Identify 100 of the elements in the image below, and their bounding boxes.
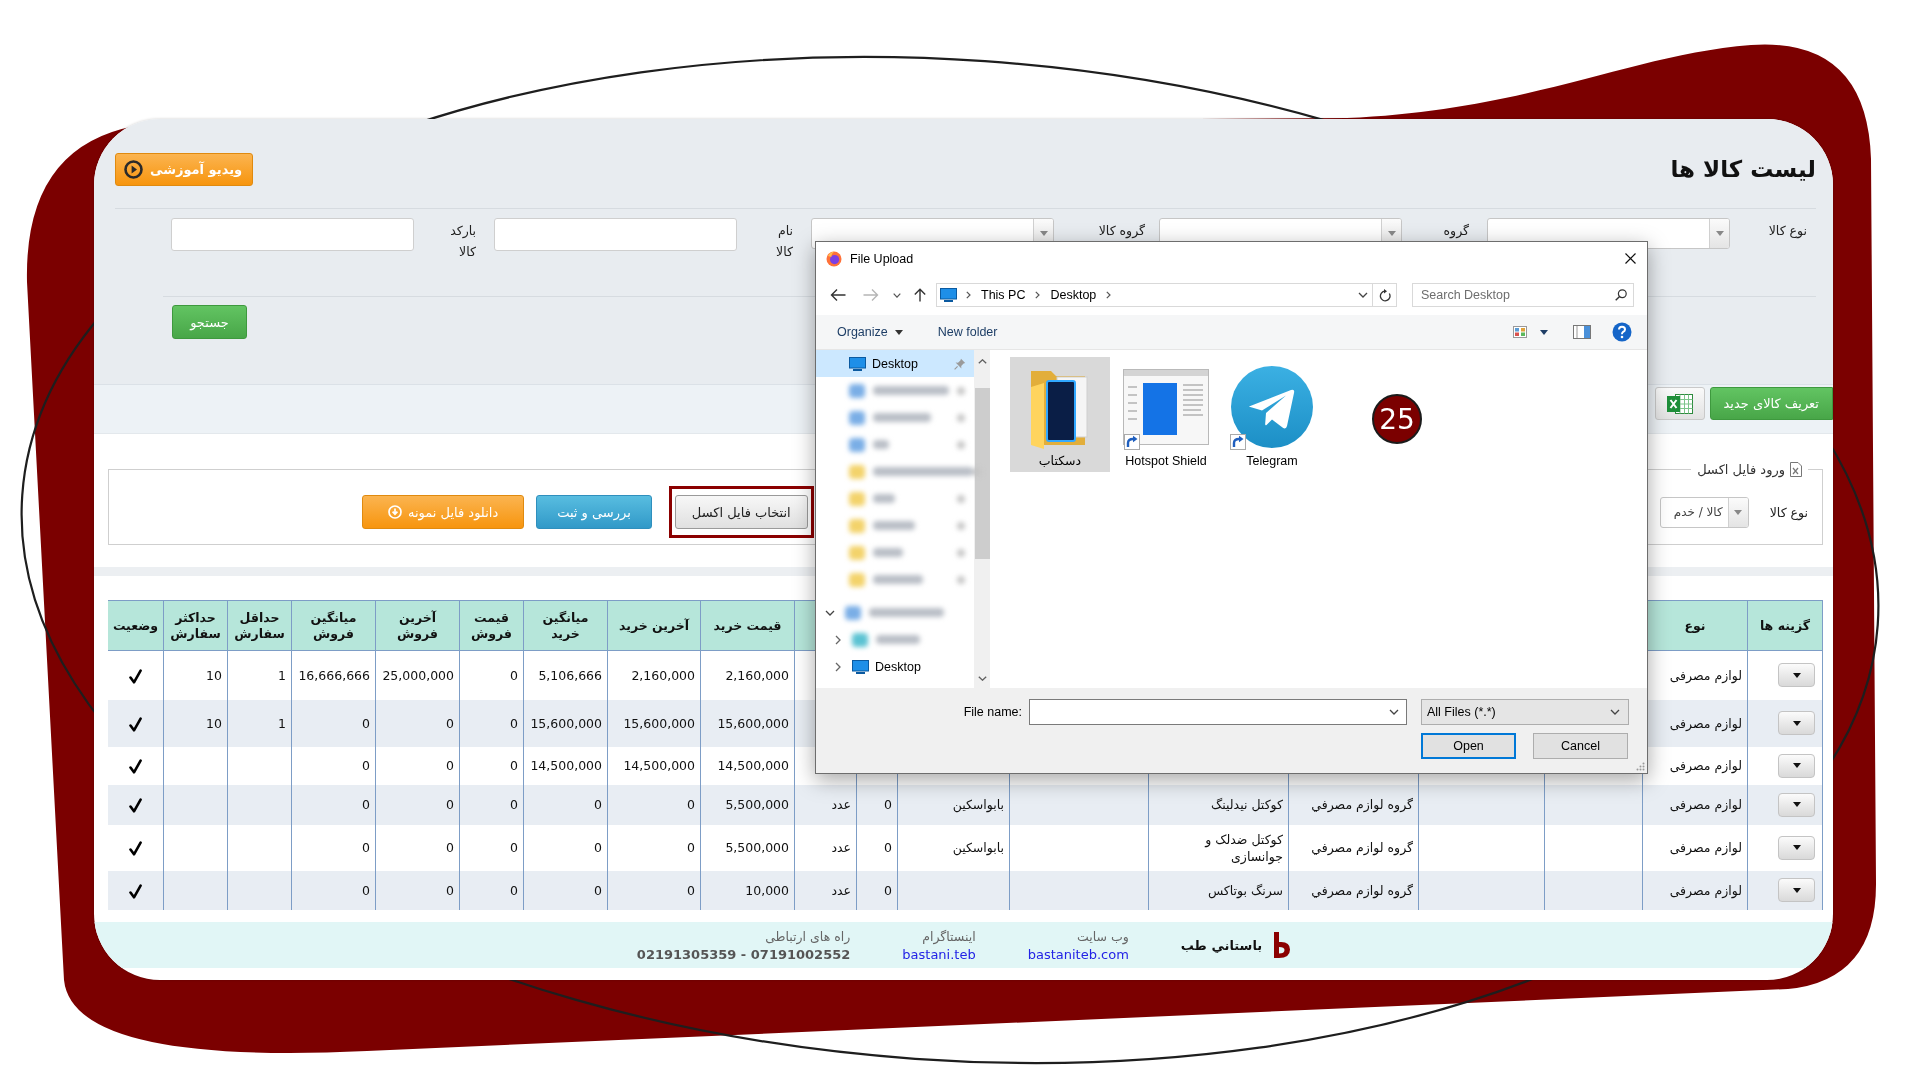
column-header: قیمت خرید <box>700 600 795 651</box>
chevron-right-icon <box>1106 291 1112 299</box>
dialog-button[interactable]: Cancel <box>1533 733 1628 759</box>
table-cell: 16,666,666 <box>291 650 376 700</box>
table-cell: گروه لوازم مصرفي <box>1288 784 1419 825</box>
table-cell: 1 <box>227 650 292 700</box>
row-menu-button[interactable] <box>1778 753 1815 778</box>
brand-name: باستاني طب <box>1180 937 1263 953</box>
chevron-down-icon[interactable] <box>825 609 835 616</box>
dropdown-field[interactable]: کالا / خدم <box>1659 496 1749 528</box>
dialog-button[interactable]: Open <box>1421 733 1516 759</box>
row-menu-button[interactable] <box>1778 792 1815 817</box>
help-icon[interactable] <box>1612 322 1632 342</box>
table-cell: گروه لوازم مصرفي <box>1288 870 1419 910</box>
breadcrumb-item[interactable]: Desktop <box>1049 285 1098 305</box>
file-item[interactable]: Hotspot Shield <box>1116 357 1216 472</box>
text-input[interactable] <box>494 218 737 251</box>
scroll-up-icon[interactable] <box>977 358 987 364</box>
table-cell: 0 <box>856 784 898 825</box>
table-cell: 0 <box>291 870 376 910</box>
table-cell: 25,000,000 <box>375 650 460 700</box>
file-type-select[interactable]: All Files (*.*) <box>1421 699 1629 725</box>
table-cell: 0 <box>459 650 524 700</box>
contact-link[interactable]: bastaniteb.com <box>1027 946 1129 962</box>
back-arrow-icon[interactable] <box>830 288 846 302</box>
table-cell: لوازم مصرفی <box>1642 784 1748 825</box>
field-label: نام کالا <box>776 222 793 261</box>
chevron-down-icon[interactable] <box>1358 292 1368 298</box>
table-cell: 0 <box>459 784 524 825</box>
phone-numbers: 07191002552 - 02191305359 <box>636 946 851 962</box>
document-icon <box>1790 461 1802 477</box>
text-input[interactable] <box>171 218 414 251</box>
up-arrow-icon[interactable] <box>914 288 926 302</box>
file-item[interactable]: Telegram <box>1222 357 1322 472</box>
nav-item[interactable]: Desktop <box>816 350 974 377</box>
chevron-right-icon <box>1035 291 1041 299</box>
chevron-down-icon[interactable] <box>1389 709 1399 715</box>
breadcrumb-item[interactable]: This PC <box>980 285 1027 305</box>
table-cell: 0 <box>523 870 608 910</box>
table-cell: 5,500,000 <box>700 784 795 825</box>
column-header: حداکثر سفارش <box>163 600 228 651</box>
row-menu-button[interactable] <box>1778 878 1815 902</box>
contact-label: راه های ارتباطی <box>765 928 851 944</box>
row-menu-button[interactable] <box>1778 663 1815 688</box>
paper-plane-icon <box>1231 366 1313 448</box>
contact-label: اینستاگرام <box>922 928 976 944</box>
address-bar[interactable]: This PC Desktop <box>936 283 1373 307</box>
window-icon <box>1123 369 1209 445</box>
table-cell: 0 <box>523 824 608 871</box>
refresh-icon <box>1378 288 1391 302</box>
column-header: آخرین فروش <box>375 600 460 651</box>
spreadsheet-button[interactable] <box>1654 387 1705 420</box>
chevron-right-icon <box>966 291 971 299</box>
table-cell: 1 <box>227 699 292 747</box>
preview-pane-icon[interactable] <box>1573 325 1591 339</box>
chevron-right-icon[interactable] <box>835 634 841 645</box>
column-header: آخرین خرید <box>607 600 701 651</box>
close-icon[interactable] <box>1625 253 1636 264</box>
choose-file-button[interactable]: انتخاب فایل اکسل <box>674 495 808 529</box>
toolbar-button[interactable]: New folder <box>937 320 998 344</box>
table-cell: 0 <box>459 824 524 871</box>
column-header: قیمت فروش <box>459 600 524 651</box>
row-menu-button[interactable] <box>1778 711 1815 735</box>
field-label: نوع کالا <box>1768 222 1807 240</box>
file-item[interactable]: دسکتاب <box>1010 357 1110 472</box>
monitor-icon <box>940 288 957 302</box>
nav-item[interactable]: Desktop <box>816 653 974 680</box>
file-name-field[interactable] <box>1029 699 1407 725</box>
table-cell: 0 <box>375 824 460 871</box>
row-menu-button[interactable] <box>1778 835 1815 860</box>
toolbar-button[interactable]: Organize <box>837 320 903 344</box>
table-cell: 0 <box>607 784 701 825</box>
table-cell: 0 <box>291 824 376 871</box>
table-cell: عدد <box>794 824 857 871</box>
download-icon <box>388 505 402 519</box>
table-cell: عدد <box>794 870 857 910</box>
field-label: File name: <box>963 705 1022 719</box>
table-cell: 10 <box>163 699 228 747</box>
table-cell: لوازم مصرفی <box>1642 870 1748 910</box>
table-cell: 2,160,000 <box>700 650 795 700</box>
scrollbar-thumb[interactable] <box>974 388 990 559</box>
table-cell: 0 <box>375 784 460 825</box>
chevron-right-icon[interactable] <box>835 661 841 672</box>
field-label: نوع کالا <box>1769 504 1808 520</box>
contact-link[interactable]: bastani.teb <box>902 946 976 962</box>
table-cell: عدد <box>794 784 857 825</box>
table-cell: بابواسکین <box>897 824 1010 871</box>
caret-icon <box>1715 231 1724 236</box>
caret-icon <box>1792 763 1801 768</box>
caret-icon <box>1792 802 1801 807</box>
chevron-down-icon[interactable] <box>893 292 901 298</box>
scroll-down-icon[interactable] <box>977 675 987 681</box>
search-field[interactable]: Search Desktop <box>1412 283 1634 307</box>
field-label: بارکد کالا <box>450 222 476 261</box>
contact-label: وب سایت <box>1077 928 1129 944</box>
caret-icon[interactable] <box>1540 329 1548 335</box>
refresh-button[interactable] <box>1373 283 1397 307</box>
spreadsheet-icon <box>1666 392 1693 415</box>
view-mode-icon[interactable] <box>1513 326 1527 338</box>
caret-icon <box>894 329 903 335</box>
